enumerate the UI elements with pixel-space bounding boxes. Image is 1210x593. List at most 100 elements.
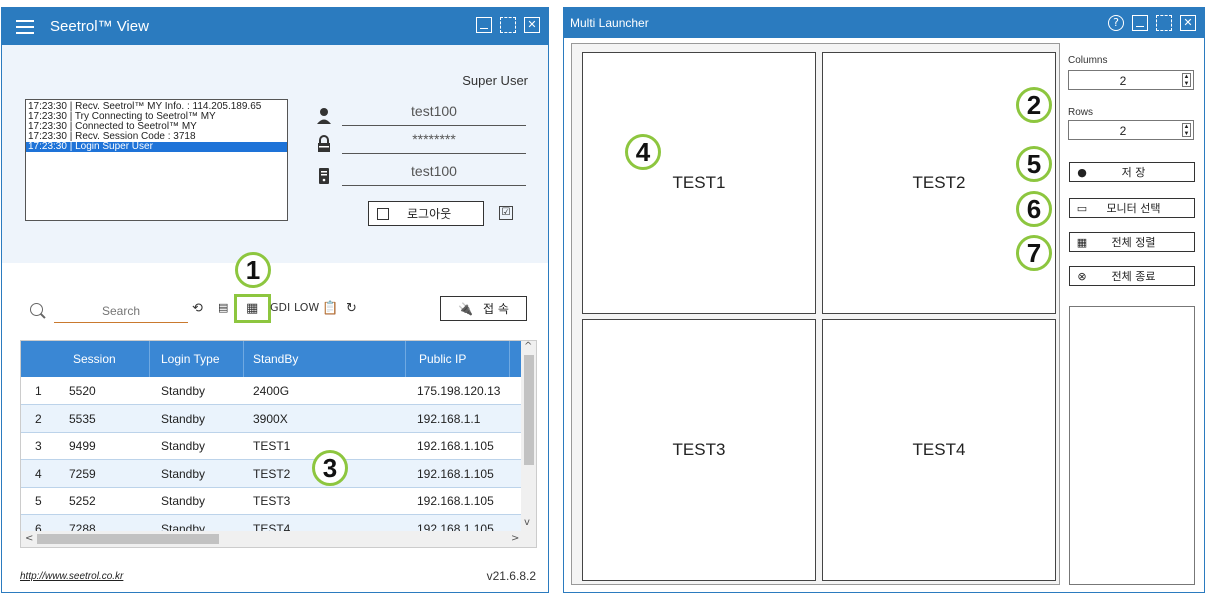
clipboard-icon[interactable]: 📋 — [322, 301, 338, 316]
version-label: v21.6.8.2 — [486, 569, 536, 583]
log-list[interactable]: 17:23:30 | Recv. Seetrol™ MY Info. : 114… — [25, 99, 288, 221]
cell-session: 5535 — [69, 411, 96, 426]
grid-icon: ▦ — [1076, 235, 1088, 249]
monitor-4[interactable]: TEST4 — [822, 319, 1056, 581]
cell-type: Standby — [161, 466, 206, 481]
monitor-3[interactable]: TEST3 — [582, 319, 816, 581]
history-icon[interactable]: ⟲ — [192, 301, 203, 316]
logout-button[interactable]: 로그아웃 — [368, 201, 484, 226]
connect-button[interactable]: 🔌 접 속 — [440, 296, 527, 321]
cell-ip: 192.168.1.105 — [417, 466, 494, 481]
cell-ip: 192.168.1.105 — [417, 494, 494, 508]
cell-standby: TEST3 — [253, 494, 291, 508]
password-field[interactable]: ******** — [342, 131, 526, 154]
close-icon[interactable]: ✕ — [1180, 15, 1196, 31]
cell-n: 5 — [35, 494, 42, 508]
window-title: Seetrol™ View — [50, 18, 149, 35]
minimize-icon[interactable] — [1132, 15, 1148, 31]
log-time: 17:23:30 — [28, 141, 67, 152]
cell-session: 7259 — [69, 466, 96, 481]
table-row[interactable]: 5 5252 Standby TEST3 192.168.1.105 — [21, 487, 521, 515]
launcher-list-panel[interactable] — [1069, 306, 1195, 585]
csv-export-icon[interactable]: ▤ — [218, 301, 228, 314]
user-id-field[interactable]: test100 — [342, 103, 526, 126]
save-button[interactable]: ● 저 장 — [1069, 162, 1195, 182]
arrange-all-button[interactable]: ▦ 전체 정렬 — [1069, 232, 1195, 252]
cell-n: 4 — [35, 466, 42, 481]
log-separator: | — [66, 141, 76, 152]
multi-launcher-window: Multi Launcher ? ✕ TEST1 TEST2 TEST3 TES… — [563, 7, 1205, 593]
menu-icon[interactable] — [16, 20, 34, 38]
close-circle-icon: ⊗ — [1077, 269, 1087, 283]
table-row[interactable]: 4 7259 Standby TEST2 192.168.1.105 — [21, 459, 521, 488]
grid-view-highlight — [234, 294, 271, 323]
help-icon[interactable]: ? — [1108, 15, 1124, 31]
refresh-icon[interactable]: ↻ — [346, 301, 357, 316]
monitor-grid: TEST1 TEST2 TEST3 TEST4 — [571, 43, 1060, 585]
login-panel: Super User 17:23:30 | Recv. Seetrol™ MY … — [2, 45, 548, 263]
table-header: Session Login Type StandBy Public IP — [21, 341, 521, 377]
gdi-toggle[interactable]: GDI — [270, 301, 290, 314]
device-field[interactable]: test100 — [342, 163, 526, 186]
connect-label: 접 속 — [483, 302, 509, 316]
device-icon — [319, 168, 329, 184]
col-standby[interactable]: StandBy — [253, 352, 298, 366]
cell-type: Standby — [161, 384, 206, 398]
auto-login-checkbox[interactable]: ☑ — [499, 206, 513, 220]
website-link[interactable]: http://www.seetrol.co.kr — [20, 571, 123, 582]
callout-badge-2: 2 — [1016, 87, 1052, 123]
callout-badge-4: 4 — [625, 134, 661, 170]
check-circle-icon: ● — [1077, 165, 1087, 179]
callout-badge-3: 3 — [312, 450, 348, 486]
cell-standby: TEST1 — [253, 439, 291, 453]
session-table: Session Login Type StandBy Public IP 1 55… — [20, 340, 537, 548]
rows-spinner[interactable]: 2 ▲ ▼ — [1068, 120, 1194, 140]
callout-badge-1: 1 — [235, 252, 271, 288]
log-text: Login Super User — [75, 141, 153, 152]
logout-label: 로그아웃 — [407, 207, 452, 221]
close-icon[interactable]: ✕ — [524, 17, 540, 33]
callout-badge-7: 7 — [1016, 235, 1052, 271]
maximize-icon[interactable] — [500, 17, 516, 33]
cell-ip: 175.198.120.13 — [417, 384, 501, 398]
low-quality-toggle[interactable]: LOW — [294, 301, 319, 314]
window-title: Multi Launcher — [570, 16, 649, 30]
logout-icon — [377, 207, 389, 220]
table-row[interactable]: 1 5520 Standby 2400G 175.198.120.13 — [21, 377, 521, 405]
monitor-1[interactable]: TEST1 — [582, 52, 816, 314]
columns-label: Columns — [1068, 55, 1108, 66]
columns-spinner[interactable]: 2 ▲ ▼ — [1068, 70, 1194, 90]
table-row[interactable]: 3 9499 Standby TEST1 192.168.1.105 — [21, 432, 521, 460]
cell-ip: 192.168.1.1 — [417, 411, 481, 426]
cell-n: 3 — [35, 439, 42, 453]
horizontal-scrollbar[interactable]: < > — [21, 531, 536, 547]
callout-badge-5: 5 — [1016, 146, 1052, 182]
table-row[interactable]: 2 5535 Standby 3900X 192.168.1.1 — [21, 404, 521, 433]
col-login-type[interactable]: Login Type — [161, 352, 220, 366]
close-all-button[interactable]: ⊗ 전체 종료 — [1069, 266, 1195, 286]
monitor-icon: ▭ — [1076, 201, 1088, 215]
title-bar: Multi Launcher ? ✕ — [564, 8, 1204, 38]
cell-ip: 192.168.1.105 — [417, 439, 494, 453]
title-bar: Seetrol™ View ✕ — [2, 8, 548, 45]
cell-standby: TEST2 — [253, 466, 291, 481]
rows-label: Rows — [1068, 107, 1094, 118]
col-public-ip[interactable]: Public IP — [419, 352, 466, 366]
minimize-icon[interactable] — [476, 17, 492, 33]
cell-session: 5520 — [69, 384, 96, 398]
col-session[interactable]: Session — [73, 352, 116, 366]
search-input[interactable] — [54, 300, 188, 323]
cell-type: Standby — [161, 494, 206, 508]
user-role-label: Super User — [462, 73, 528, 88]
cell-n: 2 — [35, 411, 42, 426]
search-icon — [30, 303, 43, 316]
cell-standby: 2400G — [253, 384, 290, 398]
log-line[interactable]: 17:23:30 | Login Super User — [26, 142, 287, 152]
cell-session: 9499 — [69, 439, 96, 453]
cell-n: 1 — [35, 384, 42, 398]
callout-badge-6: 6 — [1016, 191, 1052, 227]
seetrol-view-window: Seetrol™ View ✕ Super User 17:23:30 | Re… — [1, 7, 549, 593]
vertical-scrollbar[interactable]: ^ v — [521, 341, 536, 531]
maximize-icon[interactable] — [1156, 15, 1172, 31]
monitor-select-button[interactable]: ▭ 모니터 선택 — [1069, 198, 1195, 218]
